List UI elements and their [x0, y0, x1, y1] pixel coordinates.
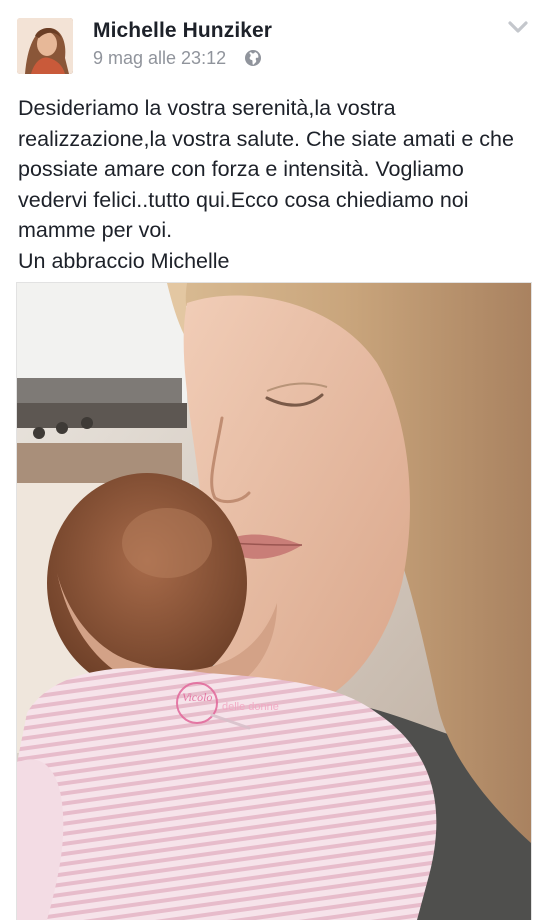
post-meta: 9 mag alle 23:12: [93, 47, 262, 69]
post-text: Desideriamo la vostra serenità,la vostra…: [18, 93, 538, 276]
post-text-paragraph: Desideriamo la vostra serenità,la vostra…: [18, 96, 514, 242]
post-header: Michelle Hunziker 9 mag alle 23:12: [0, 0, 548, 86]
svg-text:Vicolo: Vicolo: [182, 690, 212, 704]
post-photo[interactable]: Vicolo delle donne: [17, 283, 531, 920]
post-text-signoff: Un abbraccio Michelle: [18, 248, 230, 273]
chevron-down-icon[interactable]: [508, 20, 528, 34]
globe-icon: [244, 49, 262, 67]
author-name[interactable]: Michelle Hunziker: [93, 19, 272, 43]
author-avatar[interactable]: [17, 18, 73, 74]
svg-text:delle donne: delle donne: [222, 701, 279, 713]
post-timestamp[interactable]: 9 mag alle 23:12: [93, 48, 226, 69]
